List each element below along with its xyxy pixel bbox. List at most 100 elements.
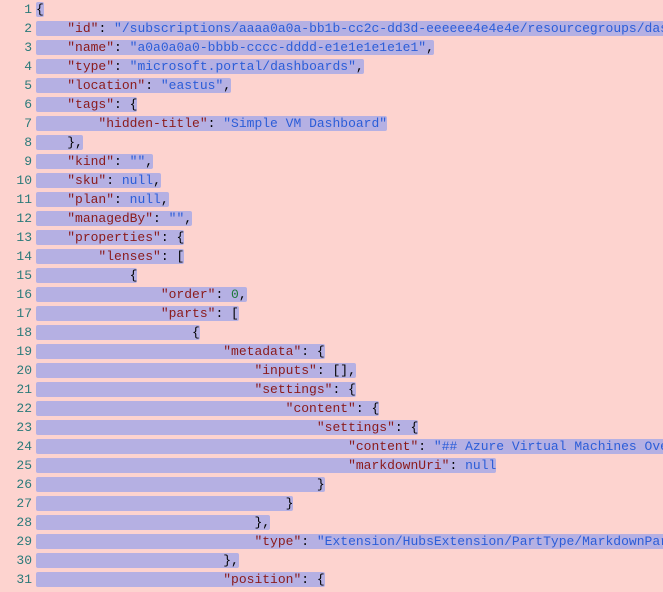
line-number: 26 (0, 475, 36, 494)
json-key: "inputs" (254, 363, 316, 378)
json-key: "lenses" (98, 249, 160, 264)
json-key: "location" (67, 78, 145, 93)
code-line[interactable]: }, (36, 513, 663, 532)
code-line[interactable]: "sku": null, (36, 171, 663, 190)
code-line[interactable]: "settings": { (36, 380, 663, 399)
json-key: "settings" (317, 420, 395, 435)
code-line[interactable]: "properties": { (36, 228, 663, 247)
json-punct: : [ (215, 306, 238, 321)
code-line[interactable]: "parts": [ (36, 304, 663, 323)
code-editor[interactable]: 1234567891011121314151617181920212223242… (0, 0, 663, 592)
code-line[interactable]: } (36, 494, 663, 513)
code-line[interactable]: }, (36, 551, 663, 570)
json-string: "" (169, 211, 185, 226)
line-number: 10 (0, 171, 36, 190)
json-punct: : (114, 154, 130, 169)
json-key: "id" (67, 21, 98, 36)
line-number: 7 (0, 114, 36, 133)
json-punct: : [ (161, 249, 184, 264)
code-line[interactable]: "kind": "", (36, 152, 663, 171)
json-key: "settings" (254, 382, 332, 397)
json-punct: : (114, 59, 130, 74)
code-line[interactable]: "content": "## Azure Virtual Machines Ov… (36, 437, 663, 456)
line-number: 24 (0, 437, 36, 456)
json-punct: { (130, 268, 138, 283)
code-line[interactable]: "managedBy": "", (36, 209, 663, 228)
line-number: 3 (0, 38, 36, 57)
line-number: 14 (0, 247, 36, 266)
code-line[interactable]: "id": "/subscriptions/aaaa0a0a-bb1b-cc2c… (36, 19, 663, 38)
json-punct: : (106, 173, 122, 188)
json-punct: : { (161, 230, 184, 245)
json-null: null (465, 458, 496, 473)
json-punct: : (145, 78, 161, 93)
json-key: "metadata" (223, 344, 301, 359)
code-line[interactable]: "plan": null, (36, 190, 663, 209)
json-punct: : (418, 439, 434, 454)
json-string: "/subscriptions/aaaa0a0a-bb1b-cc2c-dd3d-… (114, 21, 663, 36)
json-punct: }, (223, 553, 239, 568)
json-punct: : (114, 192, 130, 207)
json-string: "## Azure Virtual Machines Over (434, 439, 663, 454)
line-number: 12 (0, 209, 36, 228)
code-line[interactable]: "content": { (36, 399, 663, 418)
line-number: 27 (0, 494, 36, 513)
code-line[interactable]: "lenses": [ (36, 247, 663, 266)
code-line[interactable]: "hidden-title": "Simple VM Dashboard" (36, 114, 663, 133)
json-punct: : [], (317, 363, 356, 378)
json-string: "eastus" (161, 78, 223, 93)
json-string: "Extension/HubsExtension/PartType/Markdo… (317, 534, 663, 549)
json-key: "markdownUri" (348, 458, 449, 473)
line-number: 16 (0, 285, 36, 304)
json-punct: : (208, 116, 224, 131)
json-key: "properties" (67, 230, 161, 245)
code-line[interactable]: "name": "a0a0a0a0-bbbb-cccc-dddd-e1e1e1e… (36, 38, 663, 57)
code-line[interactable]: "order": 0, (36, 285, 663, 304)
line-number: 5 (0, 76, 36, 95)
line-number: 20 (0, 361, 36, 380)
json-punct: : (114, 40, 130, 55)
line-number: 8 (0, 133, 36, 152)
json-punct: { (36, 2, 44, 17)
line-number: 29 (0, 532, 36, 551)
json-punct: , (239, 287, 247, 302)
json-key: "content" (348, 439, 418, 454)
code-line[interactable]: { (36, 0, 663, 19)
code-line[interactable]: "type": "microsoft.portal/dashboards", (36, 57, 663, 76)
code-line[interactable]: "settings": { (36, 418, 663, 437)
line-number: 28 (0, 513, 36, 532)
code-line[interactable]: "type": "Extension/HubsExtension/PartTyp… (36, 532, 663, 551)
code-line[interactable]: "location": "eastus", (36, 76, 663, 95)
json-key: "order" (161, 287, 216, 302)
json-key: "hidden-title" (98, 116, 207, 131)
json-key: "sku" (67, 173, 106, 188)
json-key: "type" (67, 59, 114, 74)
code-line[interactable]: "position": { (36, 570, 663, 589)
json-string: "" (130, 154, 146, 169)
code-line[interactable]: { (36, 323, 663, 342)
json-punct: }, (254, 515, 270, 530)
line-number: 17 (0, 304, 36, 323)
json-punct: : { (356, 401, 379, 416)
line-number: 21 (0, 380, 36, 399)
json-key: "position" (223, 572, 301, 587)
line-number: 23 (0, 418, 36, 437)
code-line[interactable]: } (36, 475, 663, 494)
json-punct: : (153, 211, 169, 226)
line-number: 1 (0, 0, 36, 19)
code-area[interactable]: { "id": "/subscriptions/aaaa0a0a-bb1b-cc… (36, 0, 663, 592)
line-number: 11 (0, 190, 36, 209)
json-punct: : { (301, 572, 324, 587)
line-number: 6 (0, 95, 36, 114)
code-line[interactable]: "tags": { (36, 95, 663, 114)
line-number: 18 (0, 323, 36, 342)
json-punct: , (161, 192, 169, 207)
code-line[interactable]: "inputs": [], (36, 361, 663, 380)
code-line[interactable]: "markdownUri": null (36, 456, 663, 475)
code-line[interactable]: { (36, 266, 663, 285)
json-punct: : { (395, 420, 418, 435)
code-line[interactable]: "metadata": { (36, 342, 663, 361)
json-punct: } (317, 477, 325, 492)
json-string: "microsoft.portal/dashboards" (130, 59, 356, 74)
code-line[interactable]: }, (36, 133, 663, 152)
